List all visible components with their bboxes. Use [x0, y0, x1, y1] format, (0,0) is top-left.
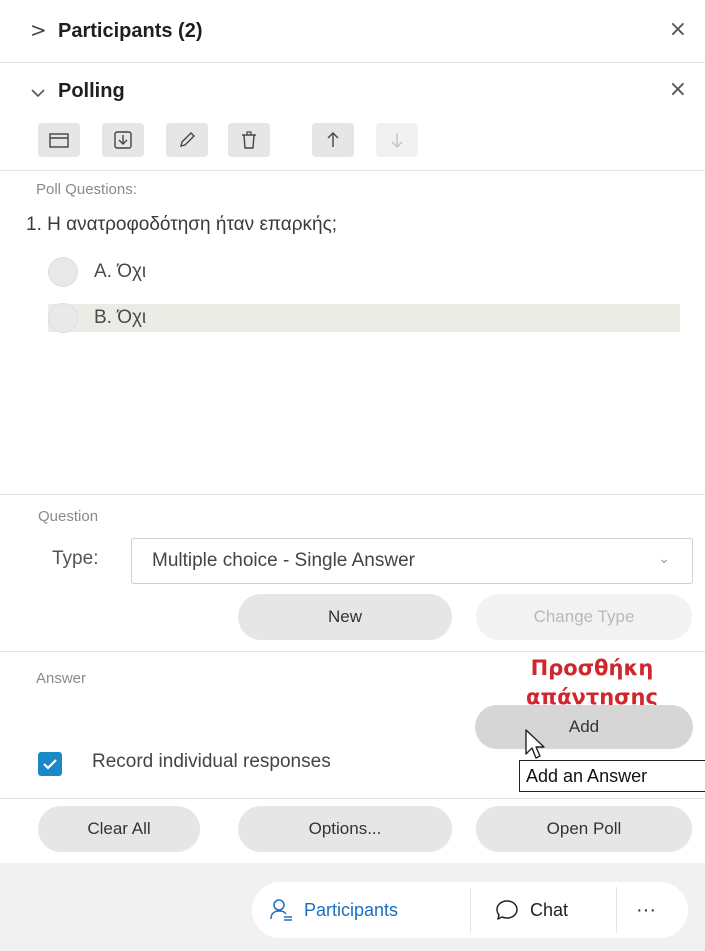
add-answer-button[interactable]: Add: [475, 705, 693, 749]
arrow-down-icon: [391, 133, 403, 148]
chat-footer-button[interactable]: Chat: [494, 882, 568, 938]
participants-title: Participants (2): [58, 20, 203, 42]
change-type-button[interactable]: Change Type: [476, 594, 692, 640]
close-participants-icon[interactable]: ×: [669, 17, 687, 42]
answer-option-a[interactable]: A. Όχι: [48, 257, 146, 287]
add-answer-annotation: Προσθήκη απάντησης: [526, 656, 658, 709]
more-icon: ···: [636, 898, 656, 921]
record-responses-checkbox[interactable]: [38, 752, 62, 776]
polling-panel-header[interactable]: Polling ×: [0, 62, 705, 124]
divider: [0, 494, 705, 495]
chevron-down-icon: ⌄: [658, 551, 670, 567]
answer-label: A. Όχι: [94, 261, 147, 282]
divider: [0, 798, 705, 799]
save-poll-button[interactable]: [102, 123, 144, 157]
participants-icon: [270, 899, 292, 921]
question-section-label: Question: [38, 508, 99, 525]
answer-option-b[interactable]: B. Όχι: [48, 303, 146, 333]
chat-footer-label: Chat: [530, 899, 569, 920]
chevron-down-icon: [30, 80, 46, 104]
radio-button[interactable]: [48, 257, 78, 287]
move-down-button[interactable]: [376, 123, 418, 157]
divider: [0, 170, 705, 171]
folder-icon: [49, 133, 69, 148]
checkmark-icon: [43, 759, 57, 770]
poll-questions-label: Poll Questions:: [36, 181, 137, 198]
type-label: Type:: [52, 548, 99, 569]
add-answer-tooltip: Add an Answer: [519, 760, 705, 792]
edit-button[interactable]: [166, 123, 208, 157]
chat-bubble-icon: [496, 900, 518, 920]
divider: [616, 887, 617, 933]
participants-panel-header[interactable]: > Participants (2) ×: [0, 0, 705, 62]
question-type-select[interactable]: Multiple choice - Single Answer ⌄: [131, 538, 693, 584]
clear-all-button[interactable]: Clear All: [38, 806, 200, 852]
arrow-up-icon: [327, 132, 339, 147]
chevron-right-icon: >: [30, 18, 47, 42]
move-up-button[interactable]: [312, 123, 354, 157]
open-poll-file-button[interactable]: [38, 123, 80, 157]
radio-button[interactable]: [48, 303, 78, 333]
participants-footer-button[interactable]: Participants: [268, 882, 398, 938]
trash-icon: [242, 131, 256, 149]
delete-button[interactable]: [228, 123, 270, 157]
participants-footer-label: Participants: [304, 899, 399, 920]
pencil-icon: [180, 132, 195, 147]
divider: [470, 887, 471, 933]
poll-question[interactable]: 1. Η ανατροφοδότηση ήταν επαρκής;: [26, 214, 337, 236]
options-button[interactable]: Options...: [238, 806, 452, 852]
download-icon: [114, 131, 132, 149]
question-type-value: Multiple choice - Single Answer: [152, 550, 415, 571]
more-options-button[interactable]: ···: [636, 882, 656, 938]
open-poll-button[interactable]: Open Poll: [476, 806, 692, 852]
mouse-pointer-icon: [525, 729, 545, 759]
close-polling-icon[interactable]: ×: [669, 77, 687, 102]
new-question-button[interactable]: New: [238, 594, 452, 640]
polling-title: Polling: [58, 80, 125, 102]
record-responses-label: Record individual responses: [92, 751, 331, 772]
divider: [0, 651, 705, 652]
answer-label: B. Όχι: [94, 307, 147, 328]
answer-section-label: Answer: [36, 670, 87, 687]
